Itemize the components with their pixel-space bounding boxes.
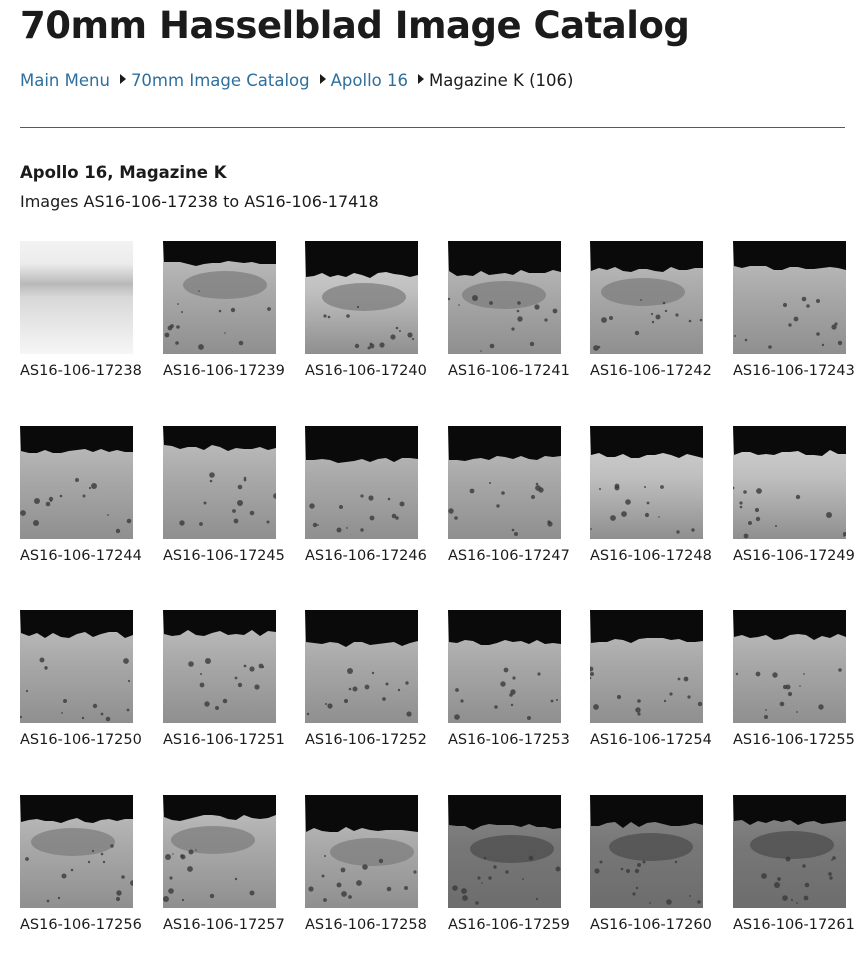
- image-label-link[interactable]: AS16-106-17257: [163, 913, 288, 937]
- image-tile: AS16-106-17240: [305, 241, 430, 401]
- image-range-text: Images AS16-106-17238 to AS16-106-17418: [20, 192, 379, 211]
- image-thumbnail[interactable]: [163, 426, 276, 539]
- image-thumbnail[interactable]: [590, 795, 703, 908]
- image-thumbnail[interactable]: [305, 795, 418, 908]
- image-thumbnail[interactable]: [733, 610, 846, 723]
- image-tile: AS16-106-17259: [448, 795, 573, 955]
- image-tile: AS16-106-17254: [590, 610, 715, 770]
- image-thumbnail[interactable]: [20, 795, 133, 908]
- image-label-link[interactable]: AS16-106-17256: [20, 913, 145, 937]
- image-label-link[interactable]: AS16-106-17245: [163, 544, 288, 568]
- image-label-link[interactable]: AS16-106-17244: [20, 544, 145, 568]
- image-thumbnail[interactable]: [448, 426, 561, 539]
- image-thumbnail[interactable]: [163, 241, 276, 354]
- image-tile: AS16-106-17243: [733, 241, 858, 401]
- image-thumbnail[interactable]: [733, 426, 846, 539]
- image-thumbnail[interactable]: [305, 610, 418, 723]
- image-thumbnail[interactable]: [20, 426, 133, 539]
- image-tile: AS16-106-17238: [20, 241, 145, 401]
- image-tile: AS16-106-17245: [163, 426, 288, 586]
- image-label-link[interactable]: AS16-106-17247: [448, 544, 573, 568]
- image-tile: AS16-106-17247: [448, 426, 573, 586]
- breadcrumb: Main Menu 70mm Image Catalog Apollo 16 M…: [20, 68, 573, 92]
- image-label-link[interactable]: AS16-106-17258: [305, 913, 430, 937]
- triangle-right-icon: [418, 74, 424, 84]
- image-thumbnail[interactable]: [448, 795, 561, 908]
- image-label-link[interactable]: AS16-106-17252: [305, 728, 430, 752]
- section-heading: Apollo 16, Magazine K: [20, 163, 227, 182]
- image-thumbnail[interactable]: [590, 610, 703, 723]
- image-tile: AS16-106-17252: [305, 610, 430, 770]
- page-title: 70mm Hasselblad Image Catalog: [20, 4, 690, 47]
- triangle-right-icon: [119, 74, 126, 84]
- section-divider: [20, 127, 845, 128]
- breadcrumb-current-magazine: Magazine K (106): [429, 70, 574, 90]
- image-label-link[interactable]: AS16-106-17241: [448, 359, 573, 383]
- image-label-link[interactable]: AS16-106-17238: [20, 359, 145, 383]
- image-label-link[interactable]: AS16-106-17248: [590, 544, 715, 568]
- image-label-link[interactable]: AS16-106-17254: [590, 728, 715, 752]
- image-thumbnail[interactable]: [20, 610, 133, 723]
- image-label-link[interactable]: AS16-106-17239: [163, 359, 288, 383]
- image-tile: AS16-106-17261: [733, 795, 858, 955]
- image-thumbnail[interactable]: [20, 241, 133, 354]
- image-label-link[interactable]: AS16-106-17249: [733, 544, 858, 568]
- image-tile: AS16-106-17249: [733, 426, 858, 586]
- image-thumbnail[interactable]: [163, 610, 276, 723]
- breadcrumb-apollo-16-link[interactable]: Apollo 16: [331, 71, 408, 90]
- image-tile: AS16-106-17244: [20, 426, 145, 586]
- image-thumbnail[interactable]: [448, 610, 561, 723]
- image-tile: AS16-106-17260: [590, 795, 715, 955]
- image-tile: AS16-106-17251: [163, 610, 288, 770]
- image-label-link[interactable]: AS16-106-17246: [305, 544, 430, 568]
- image-label-link[interactable]: AS16-106-17259: [448, 913, 573, 937]
- image-label-link[interactable]: AS16-106-17242: [590, 359, 715, 383]
- image-label-link[interactable]: AS16-106-17253: [448, 728, 573, 752]
- image-thumbnail[interactable]: [733, 795, 846, 908]
- image-thumbnail[interactable]: [448, 241, 561, 354]
- image-label-link[interactable]: AS16-106-17260: [590, 913, 715, 937]
- image-tile: AS16-106-17246: [305, 426, 430, 586]
- image-tile: AS16-106-17250: [20, 610, 145, 770]
- image-label-link[interactable]: AS16-106-17250: [20, 728, 145, 752]
- image-thumbnail[interactable]: [305, 241, 418, 354]
- breadcrumb-image-catalog-link[interactable]: 70mm Image Catalog: [131, 71, 310, 90]
- image-tile: AS16-106-17241: [448, 241, 573, 401]
- image-thumbnail[interactable]: [163, 795, 276, 908]
- image-tile: AS16-106-17239: [163, 241, 288, 401]
- image-label-link[interactable]: AS16-106-17243: [733, 359, 858, 383]
- image-thumbnail[interactable]: [733, 241, 846, 354]
- image-tile: AS16-106-17256: [20, 795, 145, 955]
- image-tile: AS16-106-17257: [163, 795, 288, 955]
- image-tile: AS16-106-17258: [305, 795, 430, 955]
- image-tile: AS16-106-17242: [590, 241, 715, 401]
- triangle-right-icon: [319, 74, 326, 84]
- image-tile: AS16-106-17248: [590, 426, 715, 586]
- image-label-link[interactable]: AS16-106-17251: [163, 728, 288, 752]
- breadcrumb-main-menu-link[interactable]: Main Menu: [20, 71, 110, 90]
- image-label-link[interactable]: AS16-106-17240: [305, 359, 430, 383]
- image-label-link[interactable]: AS16-106-17261: [733, 913, 858, 937]
- image-thumbnail[interactable]: [590, 426, 703, 539]
- image-thumbnail[interactable]: [590, 241, 703, 354]
- image-tile: AS16-106-17255: [733, 610, 858, 770]
- image-label-link[interactable]: AS16-106-17255: [733, 728, 858, 752]
- image-thumbnail[interactable]: [305, 426, 418, 539]
- image-tile: AS16-106-17253: [448, 610, 573, 770]
